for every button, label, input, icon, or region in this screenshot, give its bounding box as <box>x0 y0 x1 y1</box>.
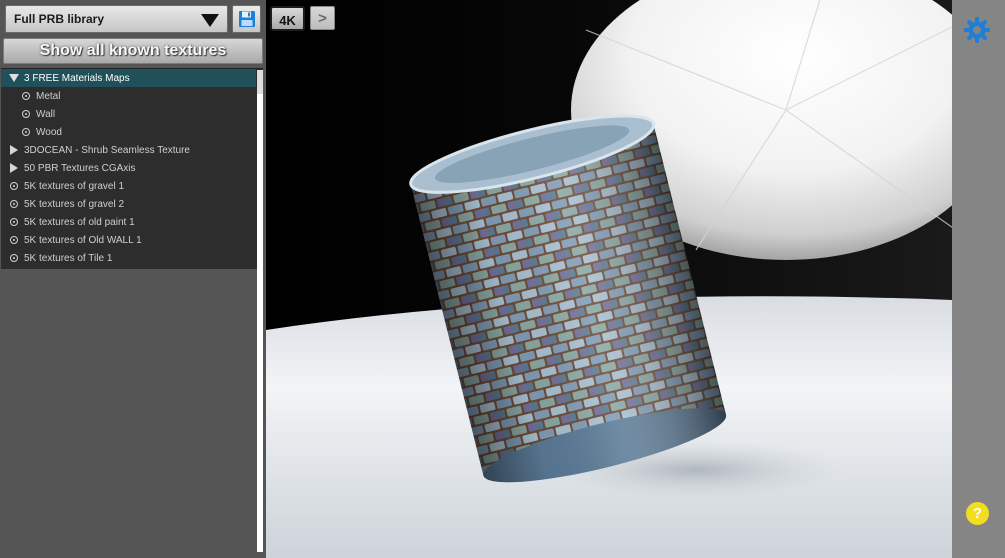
triangle-right-icon-shape <box>10 145 18 155</box>
resolution-4k-label: 4K <box>279 13 296 28</box>
right-panel <box>952 0 1005 558</box>
tree-scroll-thumb[interactable] <box>257 70 263 94</box>
help-button[interactable]: ? <box>966 502 989 525</box>
radio-dot-icon <box>9 253 19 263</box>
radio-dot-icon <box>9 235 19 245</box>
texture-library-tree: 3 FREE Materials Maps Metal Wall Wood 3DOCEA… <box>1 68 263 269</box>
radio-dot-icon <box>21 127 31 137</box>
tree-item-label: Wood <box>36 126 62 138</box>
show-all-textures-label: Show all known textures <box>39 42 227 59</box>
radio-dot-icon-shape <box>22 128 30 136</box>
tree-item[interactable]: Metal <box>1 87 256 105</box>
tree-item-label: Wall <box>36 108 56 120</box>
tree-item-label: 3 FREE Materials Maps <box>24 72 130 84</box>
tree-item[interactable]: 5K textures of gravel 1 <box>1 177 256 195</box>
radio-dot-icon-shape <box>10 182 18 190</box>
radio-dot-icon-shape <box>22 92 30 100</box>
tree-item[interactable]: 5K textures of old paint 1 <box>1 213 256 231</box>
next-texture-label: > <box>318 9 327 27</box>
settings-button[interactable] <box>963 16 991 44</box>
triangle-right-icon[interactable] <box>9 163 19 173</box>
tree-item[interactable]: Wall <box>1 105 256 123</box>
tree-item-label: 3DOCEAN - Shrub Seamless Texture <box>24 144 190 156</box>
library-dropdown-value: Full PRB library <box>14 12 105 26</box>
triangle-down-icon-shape <box>9 74 19 82</box>
help-icon: ? <box>972 505 983 522</box>
next-texture-button[interactable]: > <box>310 6 335 30</box>
tree-item-label: 5K textures of Old WALL 1 <box>24 234 142 246</box>
left-panel: Full PRB library Show all known textures… <box>0 0 266 558</box>
chevron-down-icon <box>201 14 219 27</box>
tree-item[interactable]: 5K textures of Tile 1 <box>1 249 256 267</box>
radio-dot-icon <box>21 91 31 101</box>
radio-dot-icon <box>21 109 31 119</box>
save-button[interactable] <box>232 5 261 33</box>
radio-dot-icon <box>9 217 19 227</box>
tree-item-label: 5K textures of gravel 2 <box>24 198 125 210</box>
tree-item[interactable]: 3DOCEAN - Shrub Seamless Texture <box>1 141 256 159</box>
radio-dot-icon <box>9 181 19 191</box>
show-all-textures-button[interactable]: Show all known textures <box>3 38 263 64</box>
radio-dot-icon-shape <box>10 236 18 244</box>
floppy-disk-icon <box>238 11 255 27</box>
tree-item-label: 5K textures of Tile 1 <box>24 252 113 264</box>
gear-icon <box>964 17 990 43</box>
triangle-right-icon-shape <box>10 163 18 173</box>
3d-viewport[interactable] <box>266 0 952 558</box>
triangle-right-icon[interactable] <box>9 145 19 155</box>
tree-item[interactable]: 50 PBR Textures CGAxis <box>1 159 256 177</box>
tree-item[interactable]: 3 FREE Materials Maps <box>1 69 256 87</box>
tree-item[interactable]: 5K textures of gravel 2 <box>1 195 256 213</box>
tree-item[interactable]: Wood <box>1 123 256 141</box>
tree-item[interactable]: 5K textures of Old WALL 1 <box>1 231 256 249</box>
tree-scrollbar[interactable] <box>257 70 263 552</box>
radio-dot-icon-shape <box>22 110 30 118</box>
radio-dot-icon-shape <box>10 254 18 262</box>
triangle-down-icon[interactable] <box>9 73 19 83</box>
tree-item-label: 5K textures of old paint 1 <box>24 216 135 228</box>
tree-item-label: 5K textures of gravel 1 <box>24 180 125 192</box>
library-dropdown[interactable]: Full PRB library <box>5 5 228 33</box>
tree-item-label: 50 PBR Textures CGAxis <box>24 162 136 174</box>
tree-item-label: Metal <box>36 90 61 102</box>
radio-dot-icon-shape <box>10 200 18 208</box>
radio-dot-icon-shape <box>10 218 18 226</box>
material-preview-render <box>266 0 952 558</box>
resolution-4k-button[interactable]: 4K <box>270 6 305 31</box>
radio-dot-icon <box>9 199 19 209</box>
